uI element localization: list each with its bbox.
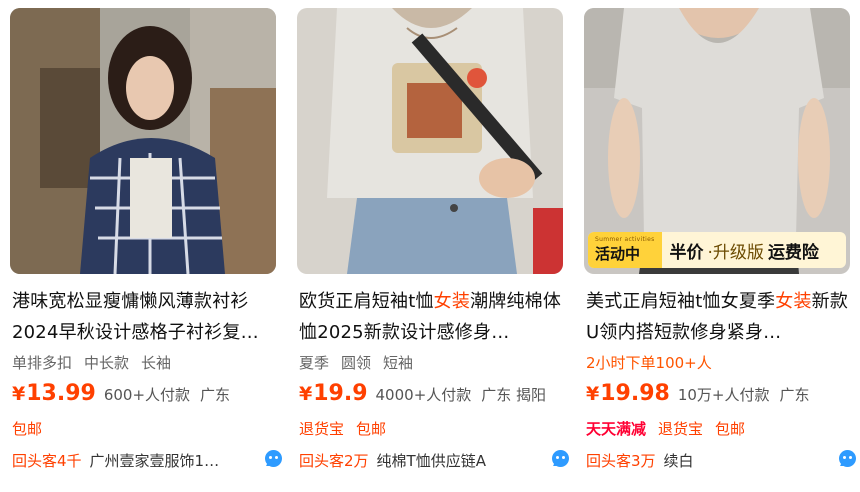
price: ¥13.99 bbox=[12, 381, 96, 406]
tag: 长袖 bbox=[141, 354, 172, 372]
repeat-customers: 回头客3万 bbox=[586, 452, 656, 470]
product-card[interactable]: 欧货正肩短袖t恤女装潮牌纯棉体恤2025新款设计感修身… 夏季 圆领 短袖 ¥19.… bbox=[297, 0, 569, 492]
service-badges: 包邮 bbox=[12, 418, 54, 439]
price-row: ¥13.99 600+人付款 广东 bbox=[12, 381, 230, 406]
product-card[interactable]: Summer activities 活动中 半价 ·升级版 运费险 美式正肩短袖t… bbox=[584, 0, 856, 492]
attribute-tags: 单排多扣 中长款 长袖 bbox=[12, 352, 183, 373]
product-image[interactable] bbox=[297, 8, 563, 274]
product-image[interactable] bbox=[10, 8, 276, 274]
paid-count: 600+人付款 bbox=[103, 386, 191, 404]
badge-free-shipping: 包邮 bbox=[356, 420, 387, 438]
product-grid: 港味宽松显瘦慵懒风薄款衬衫2024早秋设计感格子衬衫复… 单排多扣 中长款 长袖 ¥… bbox=[0, 0, 860, 492]
sold-recent: 2小时下单100+人 bbox=[586, 354, 712, 372]
badge-return-insurance: 退货宝 bbox=[299, 420, 345, 438]
tag: 中长款 bbox=[84, 354, 130, 372]
chat-icon[interactable] bbox=[839, 450, 856, 467]
tag: 短袖 bbox=[383, 354, 414, 372]
location: 广东 揭阳 bbox=[481, 386, 547, 404]
location: 广东 bbox=[200, 386, 231, 404]
price: ¥19.98 bbox=[586, 381, 670, 406]
badge-return-insurance: 退货宝 bbox=[658, 420, 704, 438]
location: 广东 bbox=[779, 386, 810, 404]
repeat-customers: 回头客4千 bbox=[12, 452, 82, 470]
price-row: ¥19.9 4000+人付款 广东 揭阳 bbox=[299, 381, 546, 406]
activity-tag: Summer activities 活动中 bbox=[588, 232, 662, 268]
price-row: ¥19.98 10万+人付款 广东 bbox=[586, 381, 810, 406]
badge-daily-discount: 天天满减 bbox=[586, 420, 647, 438]
tag: 夏季 bbox=[299, 354, 330, 372]
shop-row: 回头客4千 广州壹家壹服饰1… bbox=[12, 450, 280, 471]
paid-count: 4000+人付款 bbox=[375, 386, 472, 404]
badge-free-shipping: 包邮 bbox=[715, 420, 746, 438]
promo-banner[interactable]: Summer activities 活动中 半价 ·升级版 运费险 bbox=[588, 232, 846, 268]
tag: 圆领 bbox=[341, 354, 372, 372]
chat-icon[interactable] bbox=[552, 450, 569, 467]
half-price-label: 半价 bbox=[669, 242, 704, 263]
service-badges: 天天满减 退货宝 包邮 bbox=[586, 418, 757, 439]
product-card[interactable]: 港味宽松显瘦慵懒风薄款衬衫2024早秋设计感格子衬衫复… 单排多扣 中长款 长袖 ¥… bbox=[10, 0, 282, 492]
upgrade-label: ·升级版 bbox=[707, 242, 764, 263]
repeat-customers: 回头客2万 bbox=[299, 452, 369, 470]
product-image[interactable]: Summer activities 活动中 半价 ·升级版 运费险 bbox=[584, 8, 850, 274]
shop-name[interactable]: 纯棉T恤供应链A bbox=[377, 452, 486, 470]
badge-free-shipping: 包邮 bbox=[12, 420, 43, 438]
shop-name[interactable]: 续白 bbox=[664, 452, 694, 470]
service-badges: 退货宝 包邮 bbox=[299, 418, 398, 439]
shop-row: 回头客2万 纯棉T恤供应链A bbox=[299, 450, 567, 471]
shop-name[interactable]: 广州壹家壹服饰1… bbox=[90, 452, 220, 470]
product-title[interactable]: 美式正肩短袖t恤女夏季女装新款U领内搭短款修身紧身… bbox=[586, 286, 854, 348]
chat-icon[interactable] bbox=[265, 450, 282, 467]
tag: 单排多扣 bbox=[12, 354, 73, 372]
product-title[interactable]: 欧货正肩短袖t恤女装潮牌纯棉体恤2025新款设计感修身… bbox=[299, 286, 567, 348]
shop-row: 回头客3万 续白 bbox=[586, 450, 854, 471]
shipping-insurance-label: 运费险 bbox=[767, 242, 819, 263]
price: ¥19.9 bbox=[299, 381, 368, 406]
paid-count: 10万+人付款 bbox=[677, 386, 770, 404]
product-title[interactable]: 港味宽松显瘦慵懒风薄款衬衫2024早秋设计感格子衬衫复… bbox=[12, 286, 280, 348]
attribute-tags: 夏季 圆领 短袖 bbox=[299, 352, 425, 373]
